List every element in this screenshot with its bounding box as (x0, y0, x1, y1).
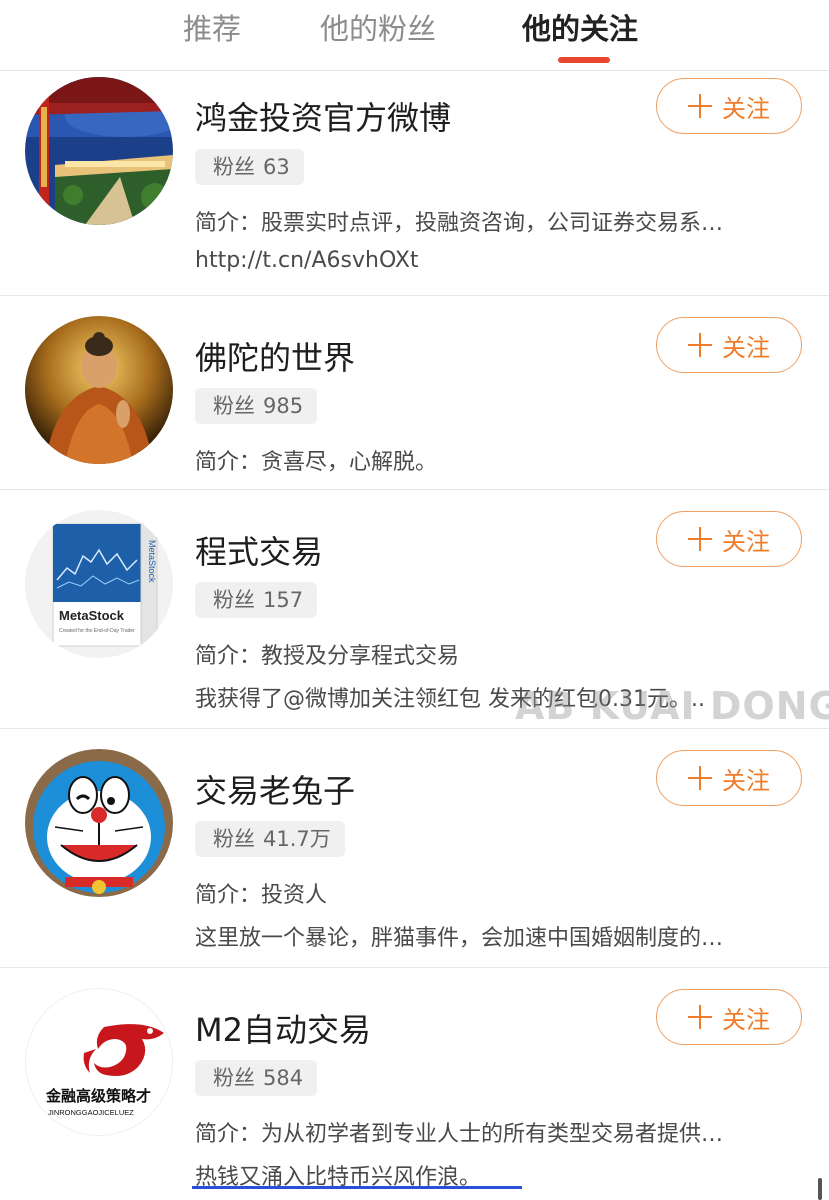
doraemon-avatar[interactable] (25, 749, 173, 897)
follow-button-label: 关注 (722, 527, 770, 556)
city-night-avatar[interactable] (25, 77, 173, 225)
user-bio-link[interactable]: http://t.cn/A6svhOXt (195, 248, 800, 273)
fans-label: 粉丝 (213, 827, 255, 851)
user-bio: 简介：贪喜尽，心解脱。 (195, 450, 438, 475)
user-bio: 简介：投资人 (195, 883, 328, 908)
latest-post[interactable]: 这里放一个暴论，胖猫事件，会加速中国婚姻制度的… (195, 920, 800, 952)
follow-button-label: 关注 (722, 94, 770, 123)
follow-button-label: 关注 (722, 333, 770, 362)
plus-icon (688, 94, 712, 118)
fans-label: 粉丝 (213, 1066, 255, 1090)
metastock-avatar[interactable]: MetaStock MetaStock Created for the End-… (25, 510, 173, 658)
fans-count: 157 (263, 588, 304, 612)
user-bio: 简介：为从初学者到专业人士的所有类型交易者提供… (195, 1122, 724, 1147)
plus-icon (688, 1005, 712, 1029)
follow-button[interactable]: 关注 (656, 511, 802, 567)
avatar-product-title: MetaStock (59, 608, 125, 623)
avatar-logo-cn: 金融高级策略才 (45, 1087, 151, 1105)
active-tab-indicator (558, 57, 610, 63)
user-bio: 简介：教授及分享程式交易 (195, 644, 460, 669)
watermark: AB KUAI DONG (515, 684, 829, 728)
avatar-spine-text: MetaStock (147, 540, 157, 583)
follow-button[interactable]: 关注 (656, 317, 802, 373)
user-name[interactable]: 鸿金投资官方微博 (195, 93, 451, 139)
tab-his-fans[interactable]: 他的粉丝 (320, 6, 436, 48)
user-name[interactable]: 佛陀的世界 (195, 333, 355, 379)
user-name[interactable]: 交易老兔子 (195, 766, 355, 812)
fans-count-badge: 粉丝 157 (195, 582, 318, 618)
user-bio: 简介：股票实时点评，投融资咨询，公司证券交易系… (195, 211, 724, 236)
user-row[interactable]: 金融高级策略才 JINRONGGAOJICELUEZ M2自动交易 粉丝 584 … (0, 968, 829, 1200)
dragon-logo-avatar[interactable]: 金融高级策略才 JINRONGGAOJICELUEZ (25, 988, 173, 1136)
fans-label: 粉丝 (213, 394, 255, 418)
annotation-underline (192, 1186, 522, 1189)
fans-count-badge: 粉丝 63 (195, 149, 304, 185)
user-row[interactable]: 交易老兔子 粉丝 41.7万 简介：投资人 这里放一个暴论，胖猫事件，会加速中国婚… (0, 729, 829, 968)
fans-count: 63 (263, 155, 290, 179)
scrollbar[interactable] (818, 1178, 822, 1200)
fans-label: 粉丝 (213, 155, 255, 179)
plus-icon (688, 333, 712, 357)
avatar-product-tagline: Created for the End-of-Day Trader (59, 628, 135, 634)
plus-icon (688, 766, 712, 790)
fans-count: 584 (263, 1066, 304, 1090)
follow-button[interactable]: 关注 (656, 750, 802, 806)
user-name[interactable]: 程式交易 (195, 527, 323, 573)
tab-his-following[interactable]: 他的关注 (522, 6, 638, 48)
fans-count: 41.7万 (263, 827, 331, 851)
fans-count-badge: 粉丝 584 (195, 1060, 318, 1096)
fans-count: 985 (263, 394, 304, 418)
user-name[interactable]: M2自动交易 (195, 1005, 371, 1051)
user-row[interactable]: 佛陀的世界 粉丝 985 简介：贪喜尽，心解脱。 关注 (0, 296, 829, 490)
plus-icon (688, 527, 712, 551)
buddha-avatar[interactable] (25, 316, 173, 464)
tab-recommend[interactable]: 推荐 (183, 6, 241, 48)
fans-count-badge: 粉丝 41.7万 (195, 821, 345, 857)
follow-button-label: 关注 (722, 766, 770, 795)
follow-button[interactable]: 关注 (656, 78, 802, 134)
fans-label: 粉丝 (213, 588, 255, 612)
avatar-logo-en: JINRONGGAOJICELUEZ (48, 1108, 134, 1117)
follow-button[interactable]: 关注 (656, 989, 802, 1045)
follow-button-label: 关注 (722, 1005, 770, 1034)
fans-count-badge: 粉丝 985 (195, 388, 318, 424)
tab-bar: 推荐 他的粉丝 他的关注 (0, 0, 829, 71)
user-row[interactable]: 鸿金投资官方微博 粉丝 63 简介：股票实时点评，投融资咨询，公司证券交易系… h… (0, 71, 829, 296)
